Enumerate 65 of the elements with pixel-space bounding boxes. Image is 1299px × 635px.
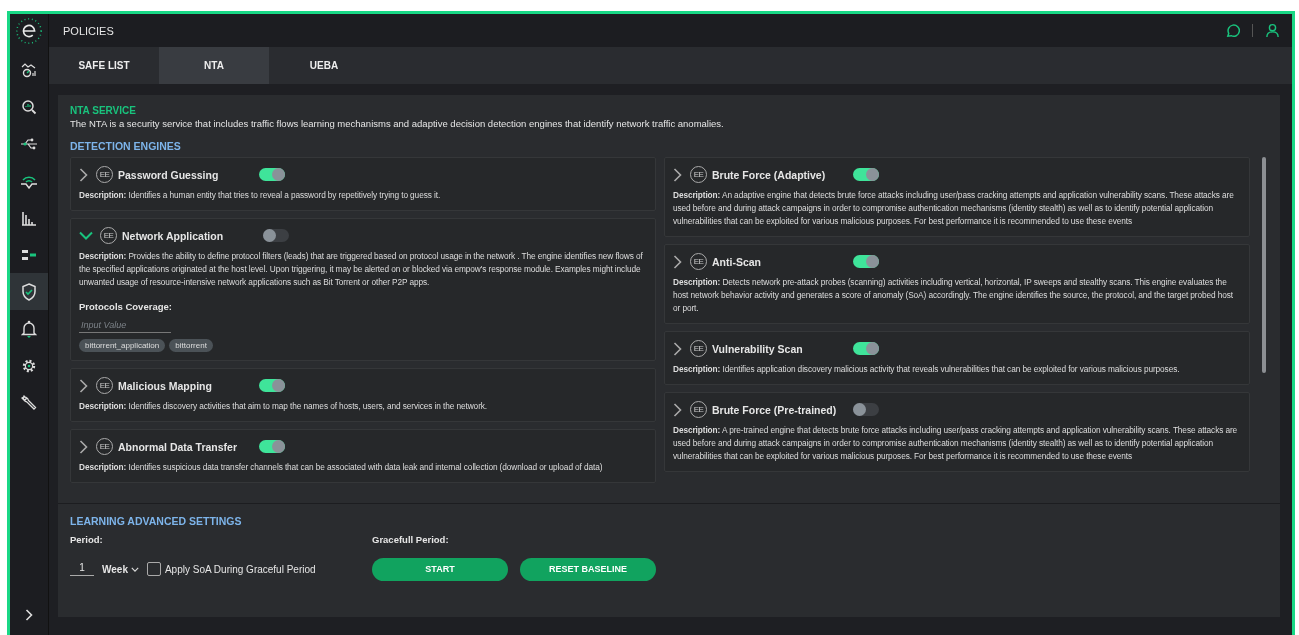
checkbox[interactable] [146, 562, 161, 576]
scrollbar-thumb[interactable] [1262, 157, 1266, 373]
section-heading: LEARNING ADVANCED SETTINGS [70, 515, 243, 527]
toggle-switch[interactable] [853, 255, 879, 268]
toggle-switch[interactable] [259, 168, 285, 181]
chevron-right-icon[interactable] [79, 167, 89, 182]
network-icon [20, 136, 38, 151]
engine-description: Description: An adaptive engine that detects brute force attacks including user/pass cracking attempts and application vulnerability scans. These attacks are used before and during attack campaigns in order to compromise authentication mechanisms (identity stealth) as well as to identify potential application vulnerabilities that can be exploited for various malicious purposes. For best performance it is recommended to use these events [673, 189, 1235, 228]
tag-chip[interactable]: bittorrent_application [79, 339, 166, 352]
engine-name: Brute Force (Pre-trained) [712, 403, 838, 416]
section-heading: NTA SERVICE [70, 105, 137, 116]
caret-icon[interactable] [130, 566, 139, 572]
chat-icon[interactable] [1225, 23, 1240, 38]
expand-icon[interactable] [25, 609, 33, 621]
chevron-right-icon[interactable] [79, 439, 89, 454]
engine-name: Network Application [122, 229, 225, 242]
user-icon[interactable] [1265, 23, 1280, 38]
logo-icon [15, 17, 43, 45]
bar-chart-icon [21, 209, 37, 226]
chevron-right-icon[interactable] [673, 254, 683, 269]
toggle-switch[interactable] [263, 229, 289, 242]
engine-description: Description: A pre-trained engine that detects brute force attacks including user/pass cracking attempts and application vulnerability scans. These attacks are used before and during attack campaigns in order to compromise authentication mechanisms (identity stealth) as well as to identify potential application vulnerabilities that can be exploited for various malicious purposes. For best performance it is recommended to use these events [673, 424, 1239, 463]
engine-description: Description: Identifies a human entity that tries to reveal a password by repetitively trying to guess it. [79, 189, 442, 202]
shield-icon [21, 282, 37, 301]
gauge-icon [21, 61, 37, 78]
chevron-right-icon[interactable] [673, 167, 683, 182]
engine-description: Description: Identifies application discovery malicious activity that reveals vulnerabilities that can be exploited for various malicious purposes. [673, 363, 1181, 376]
engine-description: Description: Identifies discovery activities that aim to map the names of hosts, users, and services in the network. [79, 400, 489, 413]
checkbox-label: Apply SoA During Graceful Period [164, 563, 316, 575]
engine-name: Abnormal Data Transfer [118, 440, 239, 453]
unit-dropdown[interactable]: Week [102, 563, 139, 575]
engine-description: Description: Identifies suspicious data transfer channels that can be associated with data leak and internal collection (download or upload of data) [79, 461, 604, 474]
toggle-switch[interactable] [259, 379, 285, 392]
gear-icon [21, 357, 37, 374]
input-field[interactable]: Input Value [79, 318, 171, 333]
toggle-switch[interactable] [853, 168, 879, 181]
chevron-right-icon[interactable] [673, 402, 683, 417]
sliders-icon [21, 247, 37, 262]
tag-chip[interactable]: bittorrent [169, 339, 213, 352]
tab[interactable]: UEBA [269, 47, 379, 84]
engine-description: Description: Provides the ability to define protocol filters (leads) that are triggered based on protocol usage in the network . The engine identifies new flows of the specified applications originated at the host level. Upon triggering, it may be alerted on or blocked via empow's response module. Examples might include unwanted usage of resource-intensive network applications such as Bit Torrent or other P2P apps. [79, 250, 644, 289]
field-label: Protocols Coverage: [79, 301, 173, 312]
page-title: POLICIES [63, 24, 114, 37]
chevron-right-icon[interactable] [79, 378, 89, 393]
toggle-switch[interactable] [853, 403, 879, 416]
toggle-switch[interactable] [259, 440, 285, 453]
search-icon [21, 98, 37, 115]
service-description: The NTA is a security service that includes traffic flows learning mechanisms and adaptive decision detection engines that identify network traffic anomalies. [70, 118, 725, 129]
engine-name: Anti-Scan [712, 255, 762, 268]
section-heading: DETECTION ENGINES [70, 140, 182, 152]
sidebar-item[interactable] [10, 273, 48, 310]
engine-description: Description: Detects network pre-attack probes (scanning) activities including vertical, horizontal, IP sweeps and stealthy scans. This engine evaluates the host network behavior activity and generates a score of anomaly (SoA) accordingly. The engine identifies the source, the protocol, and the target probed host or port. [673, 276, 1235, 315]
tab[interactable]: NTA [159, 47, 269, 84]
toggle-switch[interactable] [853, 342, 879, 355]
engine-name: Vulnerability Scan [712, 342, 804, 355]
bell-icon [21, 319, 37, 338]
engine-name: Brute Force (Adaptive) [712, 168, 827, 181]
chevron-down-icon[interactable] [79, 230, 93, 241]
field-label: Period: [70, 534, 104, 545]
tab[interactable]: SAFE LIST [49, 47, 159, 84]
period-field[interactable]: 1 [70, 562, 94, 576]
engine-name: Password Guessing [118, 168, 220, 181]
field-label: Gracefull Period: [372, 534, 450, 545]
engine-name: Malicious Mapping [118, 379, 213, 392]
chevron-right-icon[interactable] [673, 341, 683, 356]
